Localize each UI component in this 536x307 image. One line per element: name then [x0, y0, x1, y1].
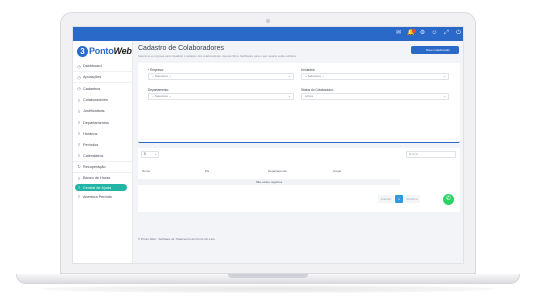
departamento-label: Departamento: — [148, 88, 170, 92]
laptop-notch — [228, 274, 308, 278]
expand-icon[interactable]: ⤢ — [443, 30, 450, 37]
laptop-shadow — [40, 285, 496, 293]
chevron-down-icon: ⌄ — [288, 74, 291, 78]
sidebar-item-calendarios[interactable]: ≡ Calendários — [73, 151, 133, 162]
footer-text: © Ponto Web - Software de Tratamento de … — [138, 237, 215, 241]
list-icon: ≡ — [77, 131, 81, 137]
status-select[interactable]: Ativos ⌄ — [301, 93, 449, 100]
list-icon: ≡ — [77, 108, 81, 114]
pagination-page-1[interactable]: 1 — [395, 195, 403, 203]
sidebar-nav: ◷ Dashboard ◷ Apurações ◷ Cadastros ≡ Colabo… — [73, 61, 133, 202]
sidebar-item-cadastros[interactable]: ◷ Cadastros — [73, 83, 133, 94]
column-header-departamento[interactable]: Departamento — [268, 169, 287, 173]
column-header-cargo[interactable]: Cargo — [333, 169, 341, 173]
pagination-prev[interactable]: Anterior — [378, 195, 394, 203]
page-size-select[interactable]: 5 ⌄ — [141, 151, 159, 158]
collaborators-table-card: 5 ⌄ Buscar: Nome Pis Departamento Cargo … — [138, 148, 460, 212]
list-icon: ≡ — [77, 142, 81, 148]
clock-icon: ◷ — [77, 63, 81, 69]
sidebar-item-banco-de-horas[interactable]: ≡ Banco de Horas — [73, 173, 133, 184]
list-icon: ≡ — [77, 153, 81, 159]
user-icon[interactable]: ☺ — [431, 30, 438, 37]
mail-icon[interactable]: ✉ — [395, 30, 402, 37]
empty-table-row: Não existe registros — [138, 179, 400, 185]
sidebar-item-justificativas[interactable]: ≡ Justificativas — [73, 106, 133, 117]
clock-icon: ◷ — [77, 86, 81, 92]
column-header-nome[interactable]: Nome — [142, 169, 150, 173]
user-plus-icon: 👤 — [419, 48, 424, 52]
unidades-select[interactable]: -- Selecione -- ⌄ — [301, 73, 449, 80]
gear-icon[interactable]: ⚙ — [419, 30, 426, 37]
page-subtitle: Selecione a empresa para visualizar o ca… — [138, 54, 297, 58]
sidebar-item-dashboard[interactable]: ◷ Dashboard — [73, 61, 133, 73]
top-navbar: ✉ 🔔 ⚙ ☺ ⤢ ⏻ — [73, 27, 463, 41]
list-icon: ≡ — [77, 97, 81, 103]
laptop-camera — [266, 19, 270, 23]
sidebar-item-periodos[interactable]: ≡ Períodos — [73, 139, 133, 150]
empresa-label: * Empresa: — [148, 68, 164, 72]
column-header-pis[interactable]: Pis — [205, 169, 209, 173]
list-icon: ≡ — [77, 120, 81, 126]
laptop-screen: ✉ 🔔 ⚙ ☺ ⤢ ⏻ 3 PontoWeb ◷ Dashboard ◷ Apura… — [72, 26, 464, 264]
sidebar-item-central-de-ajuda[interactable]: ? Central de Ajuda — [75, 184, 127, 192]
notification-badge — [412, 29, 416, 33]
table-header: Nome Pis Departamento Cargo — [138, 169, 460, 175]
departamento-select[interactable]: -- Selecione -- ⌄ — [148, 93, 294, 100]
status-label: Status do Colaborador: — [301, 88, 334, 92]
page-title: Cadastro de Colaboradores — [138, 45, 224, 52]
pagination-next[interactable]: Próximo — [404, 195, 420, 203]
sidebar-item-departamentos[interactable]: ≡ Departamentos — [73, 117, 133, 128]
clock-icon: ◷ — [77, 74, 81, 80]
refresh-icon: ↻ — [77, 164, 81, 170]
new-collaborator-button[interactable]: 👤 Novo Colaborador — [411, 46, 459, 54]
list-icon: ≡ — [77, 175, 81, 181]
sidebar-item-abertura-periodo[interactable]: ≡ Abertura Período — [73, 191, 133, 202]
chevron-down-icon: ⌄ — [443, 74, 446, 78]
sidebar-item-colaboradores[interactable]: ≡ Colaboradores — [73, 95, 133, 106]
unidades-label: Unidades: — [301, 68, 316, 72]
main-content: Cadastro de Colaboradores Selecione a em… — [133, 41, 463, 263]
sidebar-item-horarios[interactable]: ≡ Horários — [73, 128, 133, 139]
chevron-down-icon: ⌄ — [443, 94, 446, 98]
brand-logo[interactable]: 3 PontoWeb — [77, 45, 132, 57]
power-icon[interactable]: ⏻ — [455, 30, 462, 37]
sidebar-item-recuperacao[interactable]: ↻ Recuperação — [73, 162, 133, 173]
sidebar-item-apuracoes[interactable]: ◷ Apurações — [73, 72, 133, 84]
whatsapp-icon[interactable]: ✆ — [443, 194, 454, 205]
search-input[interactable]: Buscar: — [406, 151, 456, 158]
help-icon: ? — [77, 185, 81, 191]
list-icon: ≡ — [77, 194, 81, 200]
logo-mark: 3 — [77, 45, 88, 57]
filter-card: * Empresa: -- Selecione -- ⌄ Unidades: -… — [138, 63, 460, 143]
chevron-down-icon: ⌄ — [288, 94, 291, 98]
sidebar: 3 PontoWeb ◷ Dashboard ◷ Apurações ◷ Cadast… — [73, 41, 133, 263]
chevron-down-icon: ⌄ — [154, 152, 157, 156]
logo-text: PontoWeb — [89, 46, 132, 56]
empresa-select[interactable]: -- Selecione -- ⌄ — [148, 73, 294, 80]
